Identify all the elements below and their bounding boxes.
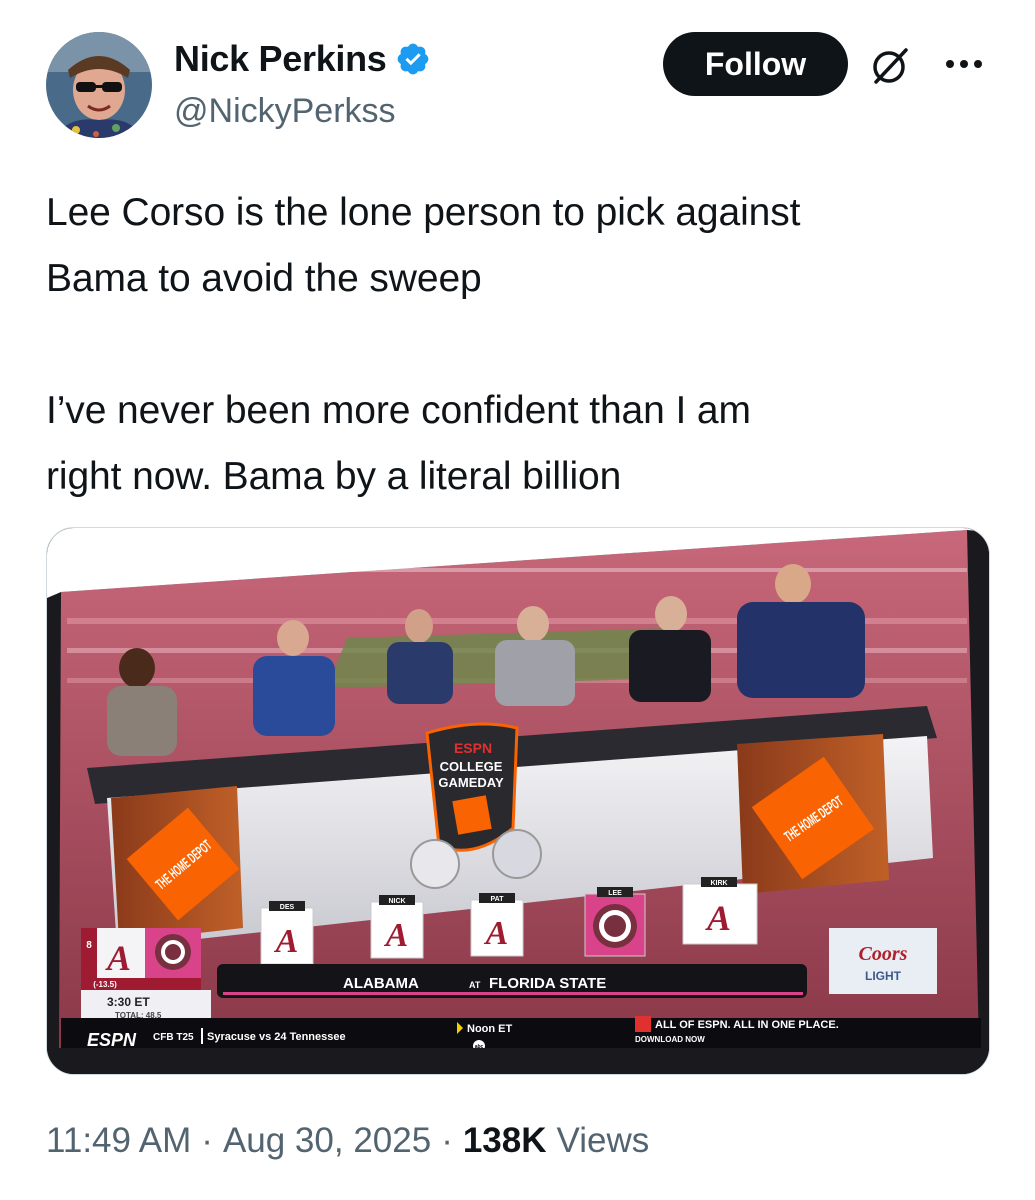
svg-text:A: A bbox=[705, 898, 731, 938]
grok-icon[interactable] bbox=[868, 44, 912, 88]
author-name[interactable]: Nick Perkins bbox=[174, 38, 387, 80]
coors-light-ad: Coors LIGHT bbox=[829, 928, 937, 994]
tweet-media-photo[interactable]: THE HOME DEPOT THE HOME DEPOT ESPN COLLE… bbox=[46, 527, 990, 1075]
svg-text:CFB T25: CFB T25 bbox=[153, 1032, 194, 1043]
author-name-row[interactable]: Nick Perkins bbox=[174, 38, 431, 80]
score-bug: 8 A (-13.5) 3:30 ET TOTAL: 48.5 bbox=[81, 928, 211, 1020]
author-handle[interactable]: @NickyPerkss bbox=[174, 92, 396, 131]
svg-text:GAMEDAY: GAMEDAY bbox=[438, 775, 504, 790]
svg-text:ESPN: ESPN bbox=[87, 1030, 137, 1050]
svg-text:FLORIDA STATE: FLORIDA STATE bbox=[489, 975, 606, 992]
svg-text:A: A bbox=[384, 917, 409, 954]
svg-text:ALABAMA: ALABAMA bbox=[343, 975, 419, 992]
svg-text:AT: AT bbox=[469, 980, 481, 990]
svg-text:(-13.5): (-13.5) bbox=[93, 980, 117, 989]
home-depot-logo-left: THE HOME DEPOT bbox=[111, 786, 243, 942]
matchup-bar: ALABAMA AT FLORIDA STATE bbox=[217, 964, 807, 998]
more-options-icon[interactable] bbox=[940, 46, 988, 82]
views-count: 138K bbox=[462, 1121, 547, 1160]
tv-screen-photo: THE HOME DEPOT THE HOME DEPOT ESPN COLLE… bbox=[47, 528, 989, 1074]
svg-text:LEE: LEE bbox=[608, 890, 622, 897]
separator-dot: · bbox=[201, 1121, 213, 1160]
svg-text:KIRK: KIRK bbox=[710, 880, 727, 887]
svg-text:A: A bbox=[274, 923, 299, 960]
follow-button[interactable]: Follow bbox=[663, 32, 848, 96]
svg-text:ALL OF ESPN. ALL IN ONE PLACE.: ALL OF ESPN. ALL IN ONE PLACE. bbox=[655, 1019, 839, 1031]
svg-text:COLLEGE: COLLEGE bbox=[440, 759, 503, 774]
views-label: Views bbox=[556, 1121, 650, 1160]
verified-badge-icon bbox=[397, 43, 428, 75]
svg-text:DOWNLOAD NOW: DOWNLOAD NOW bbox=[635, 1035, 705, 1044]
college-gameday-logo: ESPN COLLEGE GAMEDAY bbox=[425, 722, 519, 852]
tweet-date[interactable]: Aug 30, 2025 bbox=[223, 1121, 431, 1161]
profile-photo bbox=[46, 32, 152, 138]
svg-text:Coors: Coors bbox=[859, 943, 908, 965]
svg-text:Syracuse vs 24 Tennessee: Syracuse vs 24 Tennessee bbox=[207, 1031, 346, 1043]
svg-text:PAT: PAT bbox=[491, 896, 505, 903]
svg-text:LIGHT: LIGHT bbox=[865, 969, 902, 983]
tweet-text: Lee Corso is the lone person to pick aga… bbox=[46, 191, 801, 498]
svg-text:A: A bbox=[484, 915, 509, 952]
svg-text:Noon ET: Noon ET bbox=[467, 1023, 512, 1035]
svg-text:NICK: NICK bbox=[388, 898, 405, 905]
svg-text:A: A bbox=[105, 938, 131, 978]
tweet-time[interactable]: 11:49 AM bbox=[46, 1121, 191, 1161]
svg-text:3:30 ET: 3:30 ET bbox=[107, 995, 150, 1009]
tweet-meta: 11:49 AM · Aug 30, 2025 · 138K Views bbox=[46, 1121, 649, 1161]
separator-dot: · bbox=[441, 1121, 453, 1160]
svg-text:DES: DES bbox=[280, 904, 295, 911]
svg-text:ESPN: ESPN bbox=[454, 740, 492, 756]
svg-text:8: 8 bbox=[86, 940, 92, 951]
home-depot-logo-right: THE HOME DEPOT bbox=[737, 734, 889, 894]
author-avatar[interactable] bbox=[46, 32, 152, 138]
